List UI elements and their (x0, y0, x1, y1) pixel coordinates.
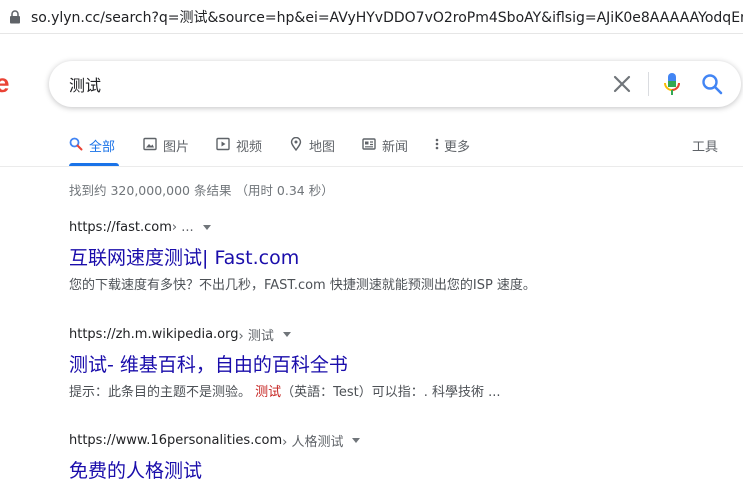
result-title[interactable]: 测试- 维基百科，自由的百科全书 (69, 353, 739, 377)
search-box (49, 61, 741, 107)
tab-images[interactable]: 图片 (143, 136, 189, 166)
result-stats: 找到约 320,000,000 条结果 （用时 0.34 秒） (69, 183, 334, 198)
tab-news-label: 新闻 (382, 140, 409, 155)
address-bar[interactable]: so.ylyn.cc/search?q=测试&source=hp&ei=AVyH… (0, 0, 743, 34)
close-icon[interactable] (612, 74, 632, 94)
map-pin-icon (290, 137, 302, 151)
tab-more[interactable]: 更多 (434, 136, 470, 166)
result-snippet: 提示：此条目的主题不是测验。 测试（英語：Test）可以指：. 科學技術 ... (69, 383, 739, 403)
browser-page: so.ylyn.cc/search?q=测试&source=hp&ei=AVyH… (0, 0, 743, 488)
chevron-down-icon[interactable] (351, 435, 361, 445)
search-input[interactable] (69, 73, 589, 95)
video-icon (216, 137, 230, 151)
tab-videos[interactable]: 视频 (216, 136, 262, 166)
result-cite[interactable]: https://fast.com › ... (69, 218, 739, 236)
result-title[interactable]: 免费的人格测试 (69, 459, 739, 483)
result-title[interactable]: 互联网速度测试| Fast.com (69, 246, 739, 270)
tab-news[interactable]: 新闻 (362, 136, 408, 166)
snippet-text: 提示：此条目的主题不是测验。 (69, 385, 256, 400)
tab-all[interactable]: 全部 (69, 136, 115, 166)
result-snippet: 您的下载速度有多快？不出几秒，FAST.com 快捷测速就能预测出您的ISP 速… (69, 278, 536, 293)
tab-images-label: 图片 (163, 140, 190, 155)
news-icon (362, 138, 376, 150)
url-text[interactable]: so.ylyn.cc/search?q=测试&source=hp&ei=AVyH… (31, 7, 743, 27)
search-result: https://zh.m.wikipedia.org › 测试 测试- 维基百科… (69, 325, 739, 403)
chevron-down-icon[interactable] (282, 329, 292, 339)
search-icon[interactable] (701, 73, 723, 95)
chevron-down-icon[interactable] (202, 222, 212, 232)
search-tabs: 全部 图片 视频 地图 新闻 更多 工具 (0, 130, 743, 167)
more-vertical-icon (435, 138, 439, 150)
tab-more-label: 更多 (444, 140, 471, 155)
snippet-highlight: 测试 (255, 385, 282, 400)
snippet-text: （英語：Test）可以指：. 科學技術 ... (281, 385, 501, 400)
result-cite[interactable]: https://zh.m.wikipedia.org › 测试 (69, 325, 739, 344)
tab-maps-label: 地图 (309, 140, 336, 155)
search-icon (69, 137, 83, 151)
result-cite-path: › ... (171, 219, 194, 235)
microphone-icon[interactable] (662, 72, 682, 96)
search-result: https://www.16personalities.com › 人格测试 免… (69, 431, 739, 483)
tab-all-label: 全部 (89, 140, 116, 155)
tab-maps[interactable]: 地图 (289, 136, 335, 166)
logo[interactable]: e (0, 68, 9, 98)
image-icon (143, 137, 157, 151)
result-cite-host: https://zh.m.wikipedia.org (69, 326, 239, 342)
tools-button[interactable]: 工具 (692, 136, 718, 155)
tab-videos-label: 视频 (236, 140, 263, 155)
result-cite[interactable]: https://www.16personalities.com › 人格测试 (69, 431, 739, 450)
result-cite-path: › 测试 (238, 328, 274, 344)
result-cite-host: https://fast.com (69, 219, 172, 235)
search-divider (648, 72, 649, 96)
result-cite-path: › 人格测试 (282, 434, 344, 450)
result-cite-host: https://www.16personalities.com (69, 432, 283, 448)
search-result: https://fast.com › ... 互联网速度测试| Fast.com… (69, 218, 739, 296)
tabs-divider (0, 166, 743, 167)
lock-icon (10, 9, 20, 23)
